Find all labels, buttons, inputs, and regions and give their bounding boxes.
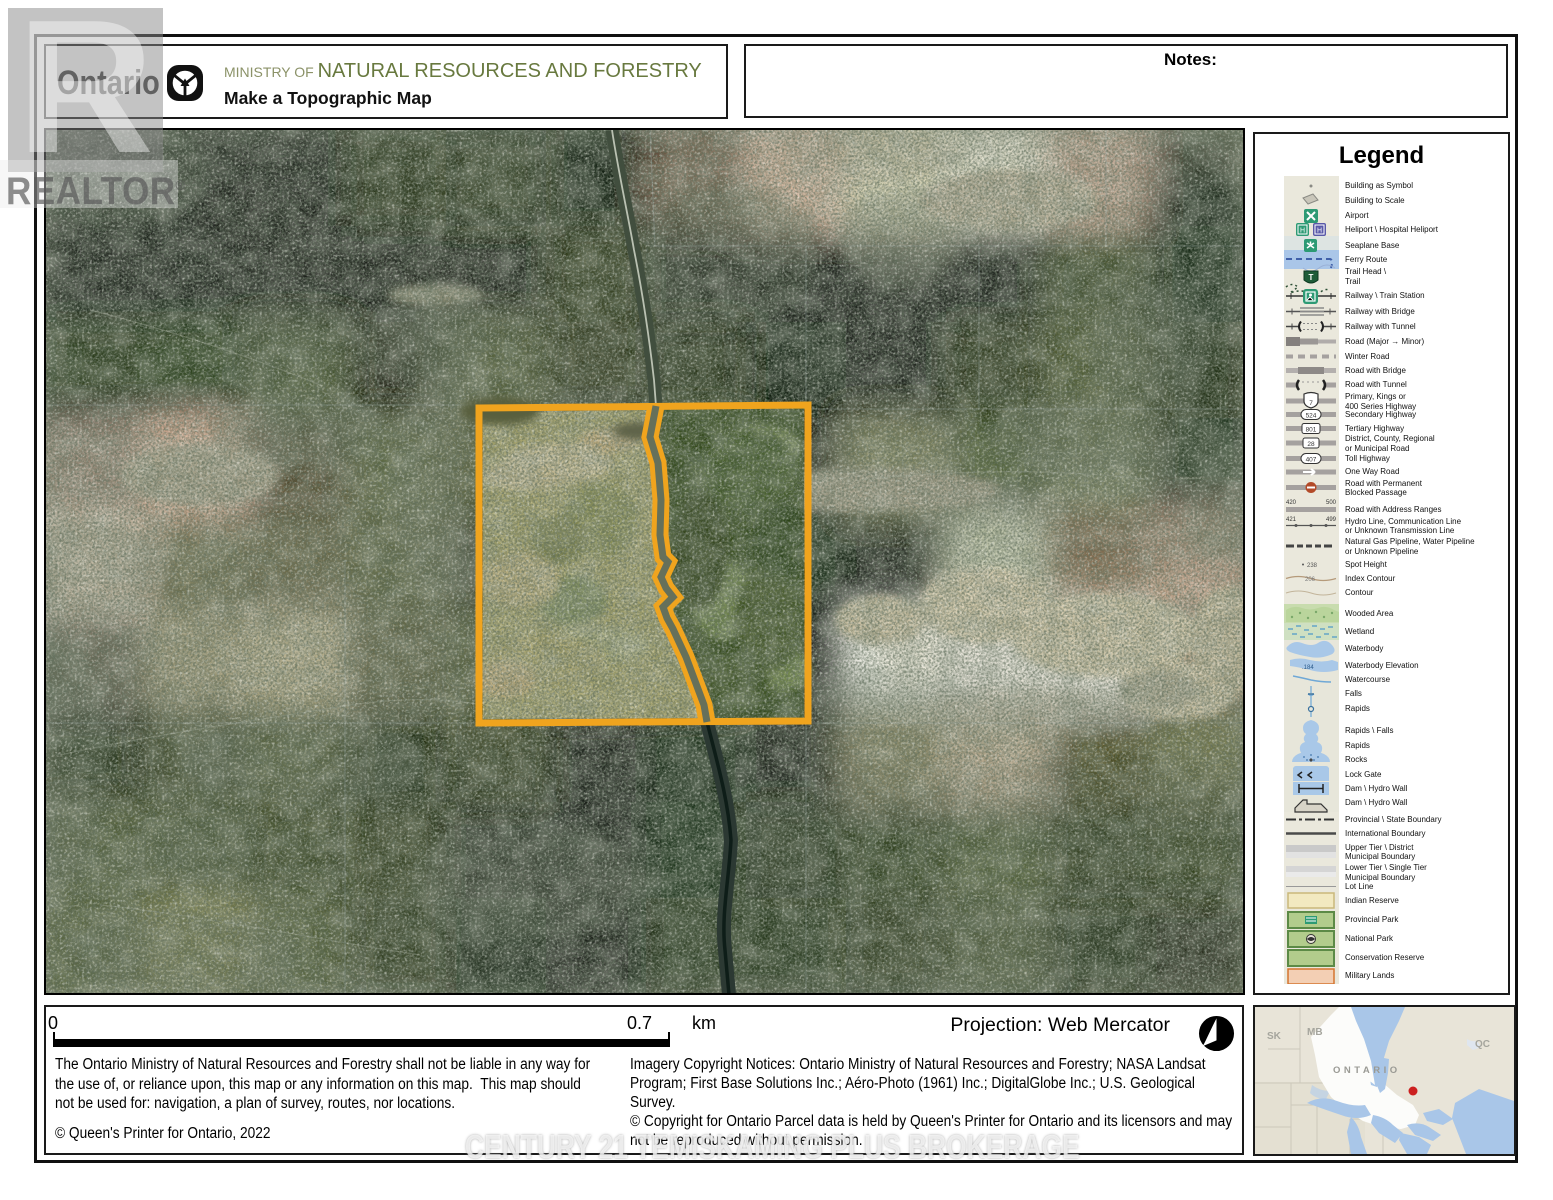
svg-text:524: 524 — [1306, 413, 1317, 420]
svg-text:H: H — [1300, 228, 1305, 235]
svg-text:801: 801 — [1306, 427, 1317, 434]
svg-text:500: 500 — [1326, 500, 1337, 506]
svg-text:H: H — [1317, 228, 1322, 235]
svg-text:407: 407 — [1306, 457, 1317, 464]
svg-text:T: T — [1309, 273, 1314, 282]
svg-text:ONTARIO: ONTARIO — [1333, 1065, 1401, 1076]
svg-text:MB: MB — [1307, 1027, 1323, 1038]
svg-text:420: 420 — [1286, 500, 1297, 506]
svg-text:238: 238 — [1307, 563, 1318, 569]
svg-text:499: 499 — [1326, 517, 1337, 523]
svg-text:.184: .184 — [1302, 665, 1314, 671]
svg-text:28: 28 — [1307, 441, 1315, 448]
svg-text:QC: QC — [1475, 1039, 1490, 1050]
svg-text:7: 7 — [1309, 400, 1313, 407]
svg-text:206: 206 — [1305, 577, 1316, 583]
svg-text:421: 421 — [1286, 517, 1297, 523]
svg-text:SK: SK — [1267, 1031, 1282, 1042]
